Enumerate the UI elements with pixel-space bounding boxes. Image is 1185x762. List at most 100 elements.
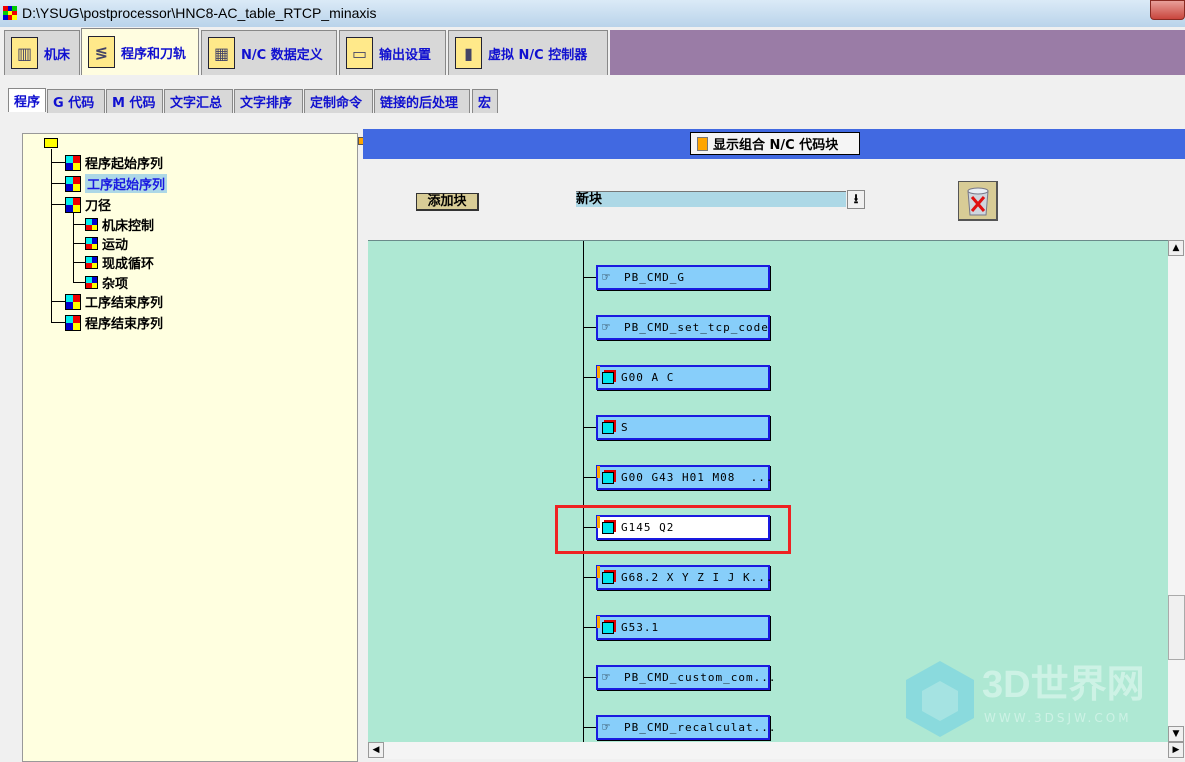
printer-icon: ▭ [346,37,373,69]
block-label: PB_CMD_recalculat... [624,721,777,734]
tree-item-label: 运动 [102,238,129,253]
block-cube-icon [65,196,81,213]
block-label: PB_CMD_set_tcp_code [624,321,769,334]
virtual-controller-icon: ▮ [455,37,482,69]
block-cube-icon [602,371,614,384]
subtab-m-code[interactable]: M 代码 [106,89,163,113]
pointing-hand-icon: ☞ [602,320,611,335]
tree-item-label: 刀径 [85,199,112,214]
block-label: G00 G43 H01 M08 ... [621,471,774,484]
modified-flag [597,616,600,628]
custom-command-block[interactable]: ☞ PB_CMD_G [596,265,770,290]
tree-item-label: 机床控制 [102,219,155,234]
watermark-logo-icon [906,661,974,737]
subtab-word-sequence[interactable]: 文字排序 [234,89,303,113]
nc-block[interactable]: G68.2 X Y Z I J K... [596,565,774,590]
tree-item[interactable]: 程序起始序列 [65,153,163,172]
tree-item-label: 程序结束序列 [85,317,164,332]
block-cube-icon [85,276,98,289]
block-label: PB_CMD_G [624,271,685,284]
tree-item-label: 杂项 [102,277,129,292]
custom-command-block[interactable]: ☞ PB_CMD_set_tcp_code [596,315,770,340]
nc-block[interactable]: S [596,415,770,440]
tab-label: N/C 数据定义 [241,47,323,63]
tree-item[interactable]: 刀径 [65,195,111,214]
subtab-macro[interactable]: 宏 [472,89,498,113]
folder-icon [44,138,58,148]
block-cube-icon [65,293,81,310]
connector-line [583,627,596,628]
checkbox-label: 显示组合 N/C 代码块 [713,138,839,153]
subtab-program[interactable]: 程序 [8,88,46,112]
machine-icon: ▥ [11,37,38,69]
scroll-right-icon[interactable]: ▶ [1168,742,1184,758]
tab-label: 输出设置 [379,47,432,63]
tree-item[interactable]: 现成循环 [85,253,154,272]
subtab-label: M 代码 [112,96,156,111]
subtab-g-code[interactable]: G 代码 [47,89,105,113]
tree-item[interactable]: 工序结束序列 [65,292,163,311]
tree-item[interactable]: 程序结束序列 [65,313,163,332]
block-cube-icon [602,571,614,584]
scroll-up-icon[interactable]: ▲ [1168,240,1184,256]
subtab-word-summary[interactable]: 文字汇总 [164,89,233,113]
horizontal-scrollbar[interactable]: ◀ ▶ [368,742,1185,759]
tab-row-filler [610,30,1185,75]
block-label: G68.2 X Y Z I J K... [621,571,774,584]
tree-item[interactable]: 工序起始序列 [65,174,168,193]
close-button[interactable] [1150,0,1185,20]
nc-block[interactable]: G00 G43 H01 M08 ... [596,465,774,490]
checkbox-indicator [697,136,708,151]
show-combined-blocks-checkbox[interactable]: 显示组合 N/C 代码块 [690,132,860,155]
subtab-label: 宏 [478,96,492,111]
tab-output-settings[interactable]: ▭ 输出设置 [339,30,446,75]
block-cube-icon [85,218,98,231]
nc-block[interactable]: G00 A C [596,365,770,390]
block-label: PB_CMD_custom_com... [624,671,777,684]
connector-line [583,677,596,678]
custom-command-block[interactable]: ☞ PB_CMD_custom_com... [596,665,775,690]
tab-label: 程序和刀轨 [121,46,187,62]
nc-block[interactable]: G53.1 [596,615,770,640]
highlight-box [555,505,791,554]
block-cube-icon [85,237,98,250]
block-canvas: ☞ PB_CMD_G ☞ PB_CMD_set_tcp_code G00 A C S G00… [368,240,1168,742]
dropdown-arrow-icon[interactable]: ⭳ [847,190,865,209]
trash-button[interactable] [958,181,998,221]
modified-flag [597,366,600,378]
connector-line [583,327,596,328]
tab-label: 虚拟 N/C 控制器 [488,47,588,63]
tree-item-label: 现成循环 [102,257,155,272]
subtab-label: 程序 [14,95,41,110]
tree-item[interactable]: 运动 [85,234,128,253]
scrollbar-thumb[interactable] [1168,595,1185,660]
block-cube-icon [602,621,614,634]
custom-command-block[interactable]: ☞ PB_CMD_recalculat... [596,715,775,740]
vertical-scrollbar[interactable]: ▲ ▼ [1168,240,1185,742]
subtab-label: G 代码 [53,96,95,111]
tree-item[interactable]: 杂项 [85,273,128,292]
pointing-hand-icon: ☞ [602,720,611,735]
tab-machine[interactable]: ▥ 机床 [4,30,80,75]
connector-line [583,477,596,478]
block-cube-icon [65,314,81,331]
scroll-down-icon[interactable]: ▼ [1168,726,1184,742]
block-select[interactable]: 新块 [576,191,846,207]
block-label: G00 A C [621,371,675,384]
block-label: G53.1 [621,621,660,634]
block-cube-icon [602,421,614,434]
tab-label: 机床 [44,47,71,63]
block-cube-icon [602,471,614,484]
subtab-linked-posts[interactable]: 链接的后处理 [374,89,470,113]
subtab-custom-command[interactable]: 定制命令 [304,89,373,113]
tab-virtual-nc-controller[interactable]: ▮ 虚拟 N/C 控制器 [448,30,608,75]
program-toolpath-icon: ≶ [88,36,115,68]
tab-nc-data-definition[interactable]: ▦ N/C 数据定义 [201,30,337,75]
add-block-button[interactable]: 添加块 [416,193,479,211]
tree-item-label: 工序起始序列 [85,174,168,193]
trash-icon [966,187,989,215]
scroll-left-icon[interactable]: ◀ [368,742,384,758]
modified-flag [597,466,600,478]
tree-item[interactable]: 机床控制 [85,215,154,234]
tab-program-toolpath[interactable]: ≶ 程序和刀轨 [81,28,199,75]
